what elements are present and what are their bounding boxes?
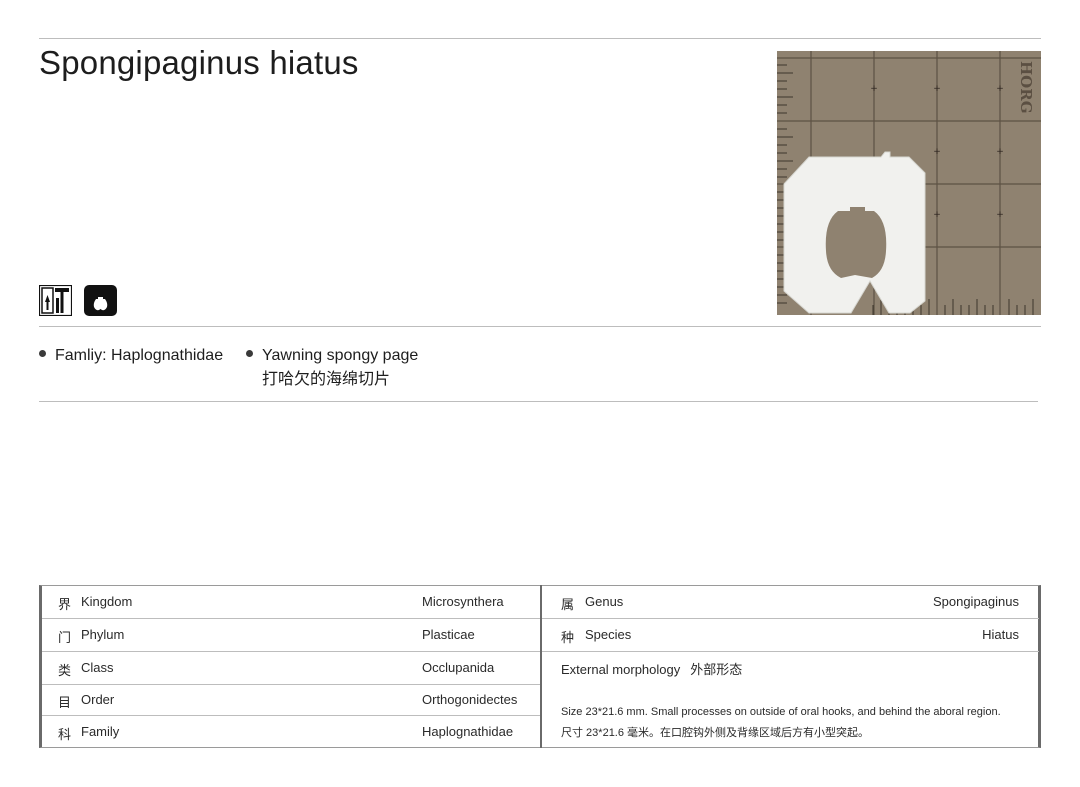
rank-value: Haplognathidae <box>422 724 514 739</box>
row-class: 类 Class Occlupanida <box>42 652 540 685</box>
section-rule-bottom <box>39 401 1038 402</box>
svg-text:+: + <box>933 84 941 94</box>
page-title: Spongipaginus hiatus <box>39 44 359 81</box>
svg-text:+: + <box>870 84 878 94</box>
morphology-heading: External morphology 外部形态 <box>561 659 742 678</box>
rank-cn: 门 <box>58 630 72 645</box>
rank-cn: 属 <box>561 597 575 612</box>
rank-name: Kingdom <box>81 594 133 609</box>
specimen-svg: + + + + + + + HORG <box>777 51 1041 315</box>
row-genus: 属 Genus Spongipaginus <box>542 586 1039 619</box>
rank-name: Class <box>81 660 114 675</box>
rank-value: Plasticae <box>422 627 475 642</box>
bullet-dot <box>39 350 46 357</box>
rank-name: Phylum <box>81 627 125 642</box>
row-kingdom: 界 Kingdom Microsynthera <box>42 586 540 619</box>
rank-name: Order <box>81 692 115 707</box>
rank-value: Spongipaginus <box>932 594 1019 609</box>
rank-cn: 目 <box>58 695 72 710</box>
morphology-label-en: External morphology <box>561 662 681 677</box>
rank-value: Orthogonidectes <box>422 692 518 707</box>
morphology-label-cn: 外部形态 <box>690 662 743 677</box>
rank-name: Genus <box>585 594 624 609</box>
top-rule <box>39 38 1041 39</box>
rank-cn: 界 <box>58 597 72 612</box>
row-family: 科 Family Haplognathidae <box>42 716 540 749</box>
family-text: Famliy: Haplognathidae <box>55 347 224 364</box>
taxonomy-table: 界 Kingdom Microsynthera 门 Phylum Plastic… <box>39 585 1041 748</box>
rank-name: Family <box>81 724 120 739</box>
bullet-dot <box>246 350 253 357</box>
row-phylum: 门 Phylum Plasticae <box>42 619 540 652</box>
svg-text:+: + <box>996 147 1004 157</box>
morphology-description-cn: 尺寸 23*21.6 毫米。在口腔钩外侧及背缘区域后方有小型突起。 <box>561 727 870 739</box>
svg-text:+: + <box>996 84 1004 94</box>
svg-text:+: + <box>933 210 941 220</box>
specimen-label: HORG <box>1017 61 1035 114</box>
row-order: 目 Order Orthogonidectes <box>42 684 540 716</box>
common-name-cn: 打哈欠的海绵切片 <box>262 371 391 388</box>
rank-name: Species <box>585 627 632 642</box>
rank-value: Hiatus <box>982 627 1019 642</box>
morphology-description-en: Size 23*21.6 mm. Small processes on outs… <box>561 706 1001 718</box>
section-rule <box>39 326 1041 327</box>
rank-value: Occlupanida <box>422 660 495 675</box>
rank-value: Microsynthera <box>422 594 504 609</box>
hand-tools-icon <box>38 284 73 317</box>
row-species: 种 Species Hiatus <box>542 619 1039 652</box>
svg-text:+: + <box>933 147 941 157</box>
rank-cn: 科 <box>58 727 72 742</box>
rank-cn: 类 <box>58 663 72 678</box>
svg-text:+: + <box>996 210 1004 220</box>
rank-cn: 种 <box>561 630 575 645</box>
yawning-page-icon <box>84 285 117 316</box>
common-name-en: Yawning spongy page <box>262 347 419 364</box>
specimen-photo: + + + + + + + HORG <box>777 51 1041 315</box>
